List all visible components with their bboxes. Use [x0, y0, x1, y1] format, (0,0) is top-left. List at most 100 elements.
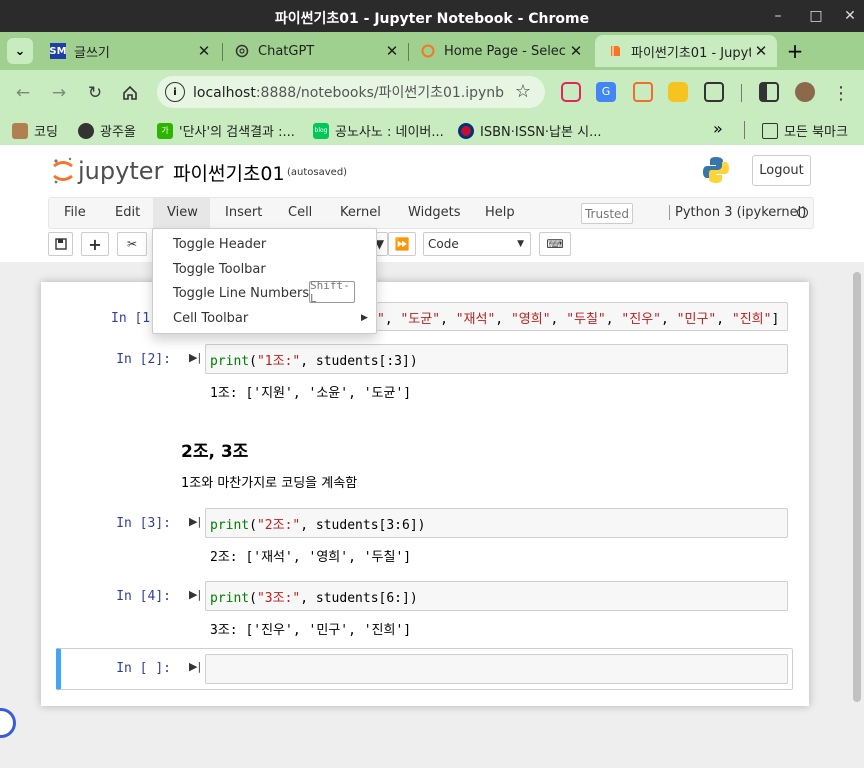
- save-icon[interactable]: [48, 232, 73, 256]
- profile-avatar[interactable]: [795, 82, 815, 102]
- code-token: print: [210, 518, 250, 533]
- code-input[interactable]: print("3조:", students[6:]): [205, 581, 788, 611]
- code-token: "진우": [621, 312, 661, 327]
- jupyter-logo[interactable]: jupyter: [52, 157, 163, 185]
- bookmark-gwangjuol[interactable]: 광주올: [78, 121, 136, 140]
- run-cell-icon[interactable]: ▶|: [189, 660, 201, 673]
- maximize-button[interactable]: □: [806, 6, 826, 26]
- add-cell-icon[interactable]: +: [81, 232, 109, 256]
- code-token: "민구": [676, 312, 717, 327]
- jupyter-logo-text: jupyter: [78, 157, 164, 185]
- kernel-indicator-icon: [797, 207, 808, 218]
- code-input-empty[interactable]: [205, 654, 788, 684]
- menu-cell[interactable]: Cell: [288, 205, 312, 220]
- menu-item-cell-toolbar[interactable]: Cell Toolbar: [173, 311, 248, 326]
- menu-kernel[interactable]: Kernel: [340, 205, 381, 220]
- code-input[interactable]: print("2조:", students[3:6]): [205, 508, 788, 538]
- submenu-arrow-icon: ▶: [361, 313, 368, 323]
- code-token: ,: [716, 312, 732, 327]
- minimize-button[interactable]: –: [768, 6, 788, 26]
- tab-label: Home Page - Select: [444, 43, 566, 59]
- bookmark-coding[interactable]: 코딩: [12, 121, 58, 140]
- tab-close-icon[interactable]: ✕: [751, 42, 771, 60]
- bookmarks-bar: 코딩 광주올 가 '단사'의 검색결과 :... blog 공노사노 : 네이버..…: [0, 115, 864, 145]
- markdown-heading: 2조, 3조: [181, 442, 249, 462]
- blog-icon: blog: [313, 122, 329, 139]
- back-icon[interactable]: ←: [10, 80, 36, 106]
- chatgpt-icon: [234, 43, 250, 59]
- floating-action-icon[interactable]: [0, 708, 16, 738]
- menu-edit[interactable]: Edit: [115, 205, 140, 220]
- code-token: ,: [440, 312, 456, 327]
- code-input[interactable]: print("1조:", students[:3]): [205, 344, 788, 374]
- run-cell-icon[interactable]: ▶|: [189, 515, 201, 528]
- more-menu-icon[interactable]: ⋮: [828, 80, 854, 106]
- run-cell-icon[interactable]: ▶|: [189, 351, 201, 364]
- menu-widgets[interactable]: Widgets: [408, 205, 461, 220]
- menu-item-toggle-header[interactable]: Toggle Header: [173, 237, 266, 252]
- bookmark-dansa[interactable]: 가 '단사'의 검색결과 :...: [157, 121, 295, 140]
- notebook-icon: [607, 43, 623, 59]
- scrollbar-thumb[interactable]: [853, 272, 861, 702]
- tab-home-page[interactable]: Home Page - Select ✕: [408, 35, 592, 67]
- all-bookmarks[interactable]: 모든 북마크: [762, 121, 848, 140]
- menu-file[interactable]: File: [64, 205, 86, 220]
- dog-icon: [12, 122, 28, 139]
- python-logo-icon: [701, 155, 731, 185]
- menu-help[interactable]: Help: [485, 205, 515, 220]
- trusted-indicator[interactable]: Trusted: [581, 203, 633, 224]
- chevron-down-icon: ▼: [517, 239, 524, 249]
- tab-label: ChatGPT: [258, 43, 315, 59]
- url-text: localhost:8888/notebooks/파이썬기초01.ipynb: [193, 85, 505, 101]
- bookmarks-overflow-button[interactable]: »: [713, 119, 723, 138]
- code-token: "3조:": [256, 591, 301, 606]
- new-tab-button[interactable]: +: [785, 39, 805, 63]
- tab-notebook-active[interactable]: 파이썬기초01 - Jupyt ✕: [595, 35, 777, 67]
- tab-close-icon[interactable]: ✕: [194, 42, 214, 60]
- cut-icon[interactable]: ✂: [117, 232, 147, 256]
- tab-geulsseugi[interactable]: SM 글쓰기 ✕: [38, 35, 220, 67]
- bookmark-isbn[interactable]: ISBN·ISSN·납본 시...: [458, 121, 601, 140]
- home-icon[interactable]: [117, 80, 143, 106]
- translate-icon[interactable]: G: [596, 82, 616, 102]
- bookmark-star-icon[interactable]: ☆: [515, 81, 531, 102]
- reload-icon[interactable]: ↻: [82, 80, 108, 106]
- page-scrollbar[interactable]: [851, 262, 864, 768]
- cell-output: 3조: ['진우', '민구', '진희']: [210, 623, 412, 638]
- address-bar[interactable]: i localhost:8888/notebooks/파이썬기초01.ipynb…: [157, 76, 545, 108]
- kernel-name[interactable]: Python 3 (ipykernel): [669, 205, 806, 220]
- extensions-icon[interactable]: [704, 82, 724, 102]
- menu-view[interactable]: View: [167, 205, 198, 220]
- keep-icon[interactable]: [668, 82, 688, 102]
- tab-chatgpt[interactable]: ChatGPT ✕: [222, 35, 408, 67]
- bookmark-gongnosano[interactable]: blog 공노사노 : 네이버...: [313, 121, 444, 140]
- code-token: ]: [771, 312, 780, 327]
- menu-insert[interactable]: Insert: [225, 205, 262, 220]
- close-window-button[interactable]: ✕: [840, 6, 860, 26]
- cell-prompt: In [1: [111, 311, 151, 326]
- notebook-name[interactable]: 파이썬기초01: [173, 159, 285, 186]
- code-token: "두칠": [566, 312, 606, 327]
- fast-forward-icon[interactable]: ⏩: [388, 232, 416, 256]
- tab-close-icon[interactable]: ✕: [566, 42, 586, 60]
- pocket-icon[interactable]: [561, 82, 581, 102]
- logout-button[interactable]: Logout: [752, 155, 811, 186]
- sidepanel-icon[interactable]: [759, 82, 779, 102]
- forward-icon[interactable]: →: [46, 80, 72, 106]
- menu-item-toggle-line-numbers[interactable]: Toggle Line Numbers: [173, 286, 309, 301]
- folder-icon: [762, 122, 778, 139]
- bookmark-label: '단사'의 검색결과 :...: [179, 125, 295, 140]
- keyboard-icon[interactable]: ⌨: [539, 232, 571, 256]
- markdown-text: 1조와 마찬가지로 코딩을 계속함: [181, 476, 358, 491]
- tab-list-button[interactable]: ⌄: [7, 38, 33, 64]
- menu-item-toggle-toolbar[interactable]: Toggle Toolbar: [173, 262, 266, 277]
- jupyter-header: jupyter 파이썬기초01 (autosaved) Logout: [0, 145, 864, 195]
- run-cell-icon[interactable]: ▶|: [189, 588, 201, 601]
- site-info-icon[interactable]: i: [165, 82, 185, 102]
- cell-prompt: In [3]:: [116, 516, 171, 531]
- code-input[interactable]: ", "도균", "재석", "영희", "두칠", "진우", "민구", "…: [377, 302, 788, 331]
- tab-close-icon[interactable]: ✕: [382, 42, 402, 60]
- code-token: ": [377, 312, 385, 327]
- layout-icon[interactable]: [633, 82, 653, 102]
- cell-type-select[interactable]: Code ▼: [423, 232, 531, 256]
